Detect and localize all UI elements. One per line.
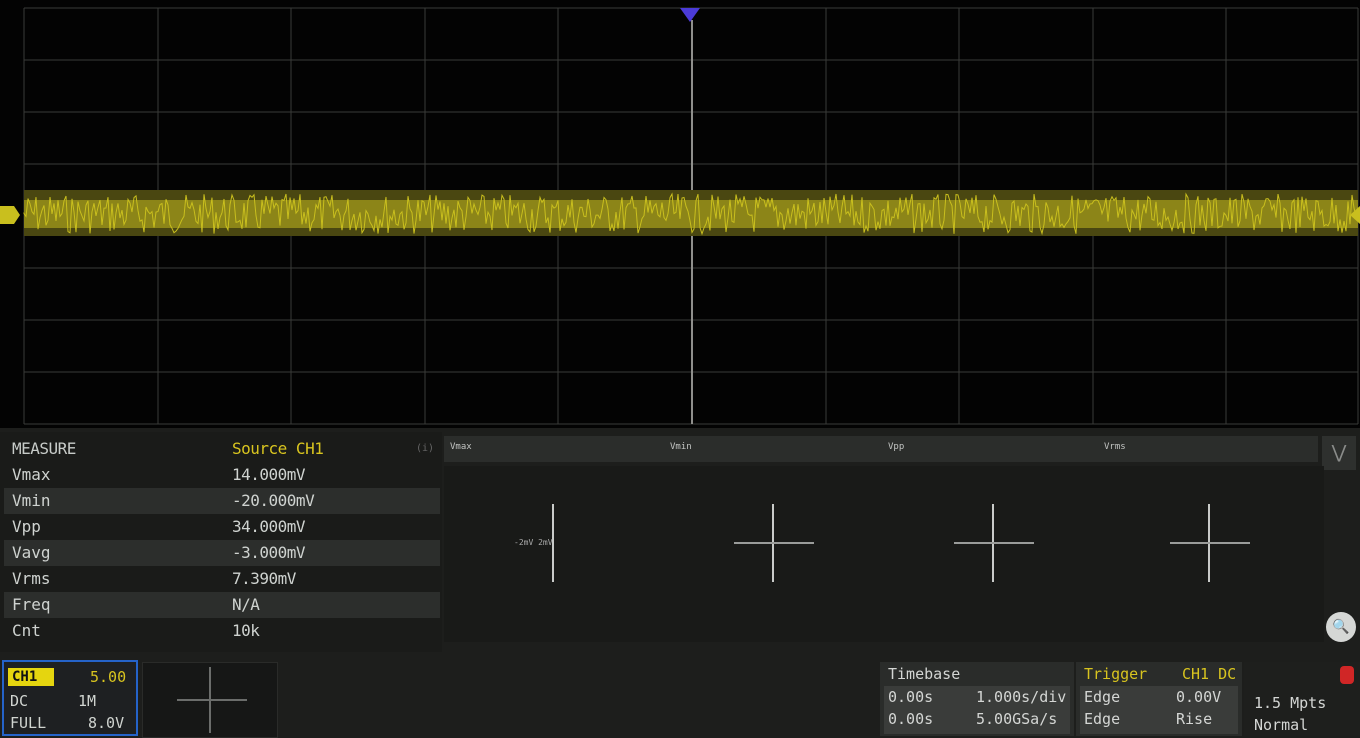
measure-value: 10k (232, 621, 260, 640)
measure-source[interactable]: Source CH1 (232, 436, 324, 462)
channel-impedance: 1M (78, 692, 97, 710)
timebase-info[interactable]: Timebase 0.00s 1.000s/div 0.00s 5.00GSa/… (880, 662, 1074, 736)
stat-plot (1100, 466, 1320, 642)
waveform-overview[interactable] (142, 662, 278, 738)
trigger-level: 0.00V (1176, 688, 1222, 706)
overview-axis-horizontal (177, 699, 247, 701)
timebase-values: 0.00s 1.000s/div 0.00s 5.00GSa/s (884, 686, 1070, 734)
statistics-plots: -2mV 2mV (444, 466, 1324, 642)
measure-label: Freq (12, 595, 51, 614)
trigger-position-marker[interactable] (680, 8, 700, 22)
acquire-mode: Normal (1254, 716, 1309, 734)
waveform-display[interactable] (0, 0, 1360, 428)
trigger-source: CH1 DC (1182, 665, 1237, 683)
measurement-row: Vmin -20.000mV (4, 488, 440, 514)
plot-axis-horizontal (734, 542, 814, 544)
measure-label: Cnt (12, 621, 41, 640)
sample-rate: 5.00GSa/s (976, 710, 1058, 728)
channel-1-info[interactable]: CH1 5.00 DC 1M FULL 8.0V (2, 660, 138, 736)
measurement-row: Vavg -3.000mV (4, 540, 440, 566)
plot-scale-label: -2mV 2mV (514, 538, 553, 547)
measurement-row: Freq N/A (4, 592, 440, 618)
measurement-row: Vpp 34.000mV (4, 514, 440, 540)
tab-vrms[interactable]: Vrms (1104, 442, 1126, 452)
measure-title: MEASURE (12, 439, 76, 458)
trigger-values: Edge 0.00V Edge Rise (1080, 686, 1238, 734)
plot-axis-horizontal (1170, 542, 1250, 544)
stat-plot (664, 466, 884, 642)
measure-label: Vavg (12, 543, 51, 562)
time-delay: 0.00s (888, 710, 934, 728)
memory-depth: 1.5 Mpts (1254, 694, 1327, 712)
measurement-header[interactable]: MEASURE Source CH1 (i) (4, 436, 440, 462)
time-per-div: 1.000s/div (976, 688, 1067, 706)
magnifier-icon[interactable]: 🔍 (1326, 612, 1356, 642)
plot-axis-horizontal (954, 542, 1034, 544)
collapse-icon[interactable]: ⋁ (1322, 436, 1356, 470)
acquire-info[interactable]: 1.5 Mpts Normal (1244, 662, 1360, 736)
channel-tag: CH1 (8, 668, 54, 686)
timebase-title: Timebase (888, 665, 961, 683)
measure-label: Vmin (12, 491, 51, 510)
stat-plot (884, 466, 1104, 642)
measurement-panel: MEASURE Source CH1 (i) Vmax 14.000mV Vmi… (0, 432, 442, 652)
measurement-row: Vrms 7.390mV (4, 566, 440, 592)
stat-plot: -2mV 2mV (444, 466, 664, 642)
channel-bandwidth: FULL (10, 714, 47, 732)
trigger-slope: Rise (1176, 710, 1213, 728)
trigger-mode: Edge (1084, 710, 1121, 728)
run-status-icon[interactable] (1340, 666, 1354, 684)
channel-offset: 8.0V (88, 714, 125, 732)
statistics-tab-strip: Vmax Vmin Vpp Vrms (444, 436, 1318, 462)
graticule (23, 7, 1359, 425)
tab-vmin[interactable]: Vmin (670, 442, 692, 452)
measure-value: 7.390mV (232, 569, 296, 588)
tab-vmax[interactable]: Vmax (450, 442, 472, 452)
measure-value: -3.000mV (232, 543, 306, 562)
measure-label: Vmax (12, 465, 51, 484)
channel-scale: 5.00 (90, 668, 127, 686)
measurement-row: Vmax 14.000mV (4, 462, 440, 488)
measure-value: -20.000mV (232, 491, 315, 510)
time-offset: 0.00s (888, 688, 934, 706)
measure-value: N/A (232, 595, 260, 614)
measure-label: Vrms (12, 569, 51, 588)
trigger-type: Edge (1084, 688, 1121, 706)
info-icon[interactable]: (i) (416, 436, 434, 462)
measurement-row: Cnt 10k (4, 618, 440, 644)
trigger-title: Trigger (1084, 665, 1148, 683)
trigger-info[interactable]: Trigger CH1 DC Edge 0.00V Edge Rise (1076, 662, 1242, 736)
measure-value: 14.000mV (232, 465, 306, 484)
channel-coupling: DC (10, 692, 29, 710)
measure-label: Vpp (12, 517, 41, 536)
tab-vpp[interactable]: Vpp (888, 442, 904, 452)
measure-value: 34.000mV (232, 517, 306, 536)
